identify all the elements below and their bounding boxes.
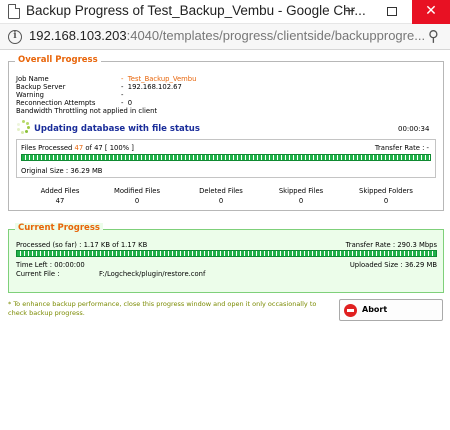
window-title: Backup Progress of Test_Backup_Vembu - G… <box>26 3 366 18</box>
performance-note-line-1: * To enhance backup performance, close t… <box>8 300 317 308</box>
close-button[interactable]: ✕ <box>412 0 450 24</box>
current-file-value: F:/Logcheck/plugin/restore.conf <box>99 270 206 278</box>
overall-progress-legend: Overall Progress <box>15 55 101 65</box>
maximize-icon <box>387 7 397 16</box>
stats-value: 0 <box>218 197 224 205</box>
stats-value: 0 <box>383 197 389 205</box>
stats-header: Modified Files <box>113 187 161 195</box>
reconnection-value: - 0 <box>121 99 133 107</box>
window-titlebar: Backup Progress of Test_Backup_Vembu - G… <box>0 0 450 24</box>
bandwidth-note: Bandwidth Throttling not applied in clie… <box>16 107 158 115</box>
current-transfer-rate: Transfer Rate : 290.3 Mbps <box>345 241 437 249</box>
maximize-button[interactable] <box>372 0 412 24</box>
job-name-row: Job Name - Test_Backup_Vembu <box>16 75 316 83</box>
current-progress-legend: Current Progress <box>15 223 103 233</box>
address-bar[interactable]: i 192.168.103.203:4040/templates/progres… <box>0 24 450 50</box>
url-text[interactable]: 192.168.103.203:4040/templates/progress/… <box>29 28 425 43</box>
warning-value: - <box>121 91 128 99</box>
original-size: Original Size : 36.29 MB <box>21 167 103 175</box>
backup-server-value: - 192.168.102.67 <box>121 83 182 91</box>
uploaded-size: Uploaded Size : 36.29 MB <box>349 261 437 269</box>
close-icon: ✕ <box>425 3 437 19</box>
site-info-icon[interactable]: i <box>8 30 22 44</box>
url-path: :4040/templates/progress/clientside/back… <box>126 28 426 43</box>
minimize-button[interactable]: − <box>330 0 370 24</box>
loading-spinner-icon <box>17 120 31 134</box>
performance-note: * To enhance backup performance, close t… <box>8 300 316 318</box>
current-progress-bar <box>16 250 437 257</box>
files-processed-box: Files Processed 47 of 47 [ 100% ] Transf… <box>16 139 436 178</box>
stats-header: Added Files <box>40 187 80 195</box>
stats-header: Skipped Folders <box>359 187 413 195</box>
status-message: Updating database with file status <box>34 124 200 134</box>
stats-value: 0 <box>298 197 304 205</box>
stats-value: 47 <box>55 197 65 205</box>
processed-so-far: Processed (so far) : 1.17 KB of 1.17 KB <box>16 241 148 249</box>
abort-button-label: Abort <box>362 305 388 314</box>
current-progress-panel: Current Progress Processed (so far) : 1.… <box>8 223 444 293</box>
time-left: Time Left : 00:00:00 <box>16 261 85 269</box>
minimize-icon: − <box>344 3 356 19</box>
reconnection-label: Reconnection Attempts <box>16 99 96 107</box>
stats-value: 0 <box>134 197 140 205</box>
warning-row: Warning - <box>16 91 316 99</box>
stop-icon <box>344 304 357 317</box>
stats-header: Deleted Files <box>199 187 243 195</box>
backup-server-row: Backup Server - 192.168.102.67 <box>16 83 316 91</box>
url-host: 192.168.103.203 <box>29 28 127 43</box>
elapsed-time: 00:00:34 <box>398 125 430 133</box>
stats-header: Skipped Files <box>278 187 324 195</box>
overall-progress-panel: Overall Progress Job Name - Test_Backup_… <box>8 55 444 211</box>
overall-progress-bar <box>21 154 431 161</box>
job-name-value: - Test_Backup_Vembu <box>121 75 197 83</box>
job-name-label: Job Name <box>16 75 49 83</box>
performance-note-line-2: check backup progress. <box>8 309 85 317</box>
warning-label: Warning <box>16 91 44 99</box>
abort-button[interactable]: Abort <box>339 299 443 321</box>
backup-server-label: Backup Server <box>16 83 66 91</box>
overall-transfer-rate: Transfer Rate : - <box>374 144 429 152</box>
files-processed-text: Files Processed 47 of 47 [ 100% ] <box>21 144 134 152</box>
current-file-label: Current File : <box>16 270 60 278</box>
document-icon <box>8 4 20 19</box>
reconnection-row: Reconnection Attempts - 0 <box>16 99 316 107</box>
zoom-icon[interactable]: ⚲ <box>428 27 439 45</box>
